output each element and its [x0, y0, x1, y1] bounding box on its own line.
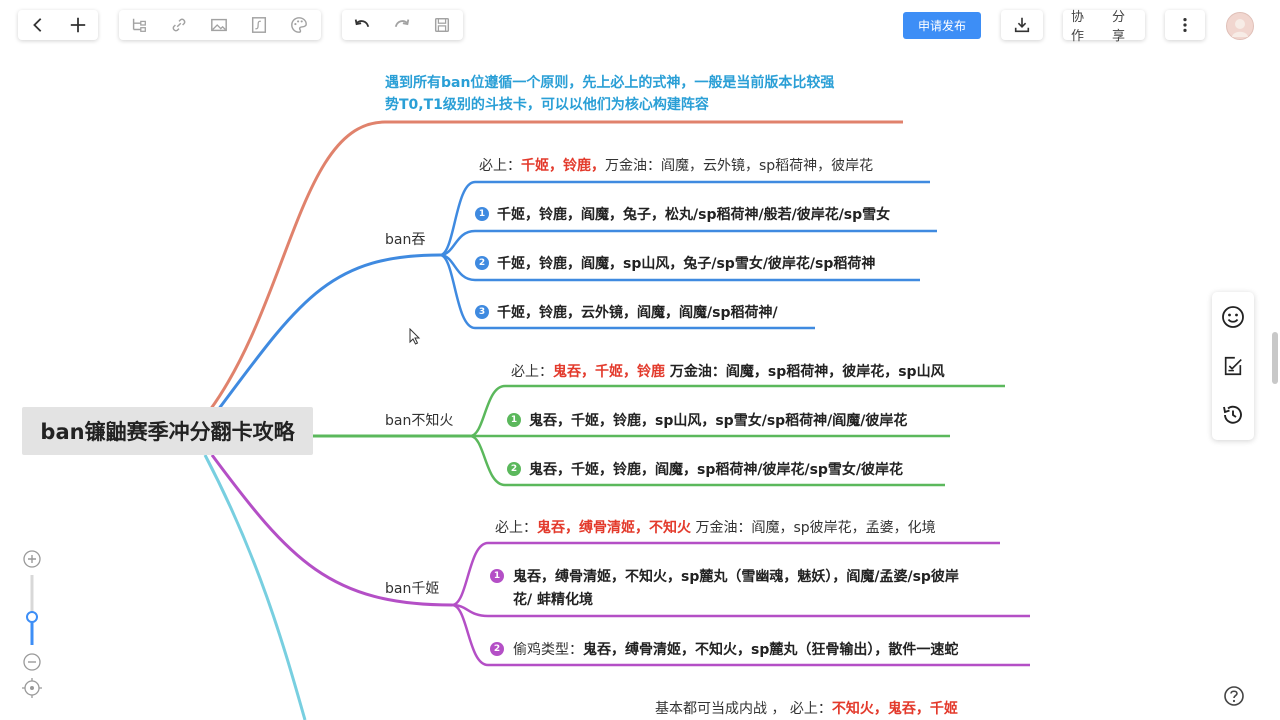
cursor-icon [409, 328, 421, 345]
cyan-prefix: 基本都可当成内战 ， 必上： [655, 701, 832, 717]
history-group [342, 10, 463, 40]
must-names: 鬼吞，千姬，铃鹿 [553, 364, 665, 380]
cyan-names: 不知火，鬼吞，千姬 [831, 701, 958, 717]
option-text-line-2: 花/ 蚌精化境 [513, 592, 593, 608]
note-line-2: 势T0,T1级别的斗技卡，可以以他们为核心构建阵容 [385, 97, 709, 113]
option-text: 千姬，铃鹿，云外镜，阎魔，阎魔/sp稻荷神/ [497, 305, 778, 321]
avatar[interactable] [1226, 12, 1254, 40]
must-names: 鬼吞，缚骨清姬，不知火 [537, 520, 691, 536]
back-button[interactable] [18, 10, 58, 40]
redo-icon [394, 19, 410, 28]
ban-tun-option-1[interactable]: 1 千姬，铃鹿，阎魔，兔子，松丸/sp稻荷神/般若/彼岸花/sp雪女 [475, 204, 890, 224]
branch-buzhihuo-must[interactable]: 必上：鬼吞，千姬，铃鹿 万金油：阎魔，sp稻荷神，彼岸花，sp山风 [511, 361, 945, 381]
image-button[interactable] [199, 10, 239, 40]
badge-1: 1 [507, 413, 521, 427]
branch-ban-qianji[interactable]: ban千姬 [385, 578, 439, 598]
history-icon [1223, 406, 1242, 424]
save-button[interactable] [422, 10, 462, 40]
must-rest: 万金油：阎魔，sp彼岸花，孟婆，化境 [691, 520, 936, 536]
collab-button[interactable]: 协作 [1063, 6, 1104, 44]
formula-icon [251, 17, 267, 33]
collab-share-group: 协作 分享 [1063, 10, 1145, 44]
note-button[interactable] [1218, 351, 1248, 381]
theme-button[interactable] [279, 10, 319, 40]
branch-ban-buzhihuo[interactable]: ban不知火 [385, 410, 453, 430]
must-prefix: 必上： [495, 520, 537, 536]
must-rest: 万金油：阎魔，云外镜，sp稻荷神，彼岸花 [605, 158, 874, 174]
qianji-option-1[interactable]: 1 鬼吞，缚骨清姬，不知火，sp麓丸（雪幽魂，魅妖），阎魔/孟婆/sp彼岸 花/ … [490, 566, 959, 612]
note-text[interactable]: 遇到所有ban位遵循一个原则，先上必上的式神，一般是当前版本比较强 势T0,T1… [385, 72, 834, 116]
help-icon[interactable] [1223, 685, 1245, 707]
connector-blue-main [216, 253, 441, 411]
share-button[interactable]: 分享 [1104, 6, 1145, 44]
must-rest: 万金油：阎魔，sp稻荷神，彼岸花，sp山风 [665, 364, 945, 380]
more-vertical-icon [1183, 17, 1187, 33]
badge-1: 1 [475, 207, 489, 221]
save-icon [434, 17, 450, 33]
insert-group [119, 10, 321, 40]
image-icon [211, 18, 227, 32]
option-text: 千姬，铃鹿，阎魔，sp山风，兔子/sp雪女/彼岸花/sp稻荷神 [497, 256, 876, 272]
more-button[interactable] [1165, 10, 1205, 40]
ban-tun-option-2[interactable]: 2 千姬，铃鹿，阎魔，sp山风，兔子/sp雪女/彼岸花/sp稻荷神 [475, 253, 875, 273]
badge-3: 3 [475, 305, 489, 319]
edit-note-icon [1224, 356, 1242, 376]
badge-2: 2 [475, 256, 489, 270]
undo-icon [354, 19, 370, 28]
chevron-left-icon [33, 18, 42, 32]
qianji-option-2[interactable]: 2 偷鸡类型：鬼吞，缚骨清姬，不知火，sp麓丸（狂骨输出），散件一速蛇 [490, 639, 958, 659]
right-side-panel [1212, 292, 1254, 440]
branch-ban-tun[interactable]: ban吞 [385, 229, 425, 249]
download-button[interactable] [1001, 10, 1043, 40]
redo-button[interactable] [382, 10, 422, 40]
connector-cyan [203, 454, 307, 720]
download-icon [1014, 17, 1030, 33]
zoom-out-button[interactable] [20, 652, 44, 674]
option-text: 千姬，铃鹿，阎魔，兔子，松丸/sp稻荷神/般若/彼岸花/sp雪女 [497, 207, 891, 223]
emoji-button[interactable] [1218, 302, 1248, 332]
option-text: 鬼吞，缚骨清姬，不知火，sp麓丸（狂骨输出），散件一速蛇 [583, 642, 959, 658]
connector-blue-2 [439, 229, 937, 257]
zoom-in-button[interactable] [20, 549, 44, 571]
vertical-scrollbar[interactable] [1272, 332, 1278, 384]
locate-button[interactable] [20, 678, 44, 700]
palette-icon [291, 17, 307, 33]
branch-cyan-must[interactable]: 基本都可当成内战 ， 必上：不知火，鬼吞，千姬 [655, 698, 958, 718]
branch-ban-tun-must[interactable]: 必上：千姬，铃鹿，万金油：阎魔，云外镜，sp稻荷神，彼岸花 [479, 155, 873, 175]
plus-icon [70, 17, 86, 33]
history-button[interactable] [1218, 400, 1248, 430]
formula-button[interactable] [239, 10, 279, 40]
option-prefix: 偷鸡类型： [513, 642, 583, 658]
option-text: 鬼吞，千姬，铃鹿，sp山风，sp雪女/sp稻荷神/阎魔/彼岸花 [529, 413, 908, 429]
must-prefix: 必上： [511, 364, 553, 380]
must-prefix: 必上： [479, 158, 521, 174]
badge-2: 2 [490, 642, 504, 656]
structure-icon [132, 18, 146, 32]
structure-button[interactable] [119, 10, 159, 40]
undo-button[interactable] [342, 10, 382, 40]
root-node[interactable]: ban镰鼬赛季冲分翻卡攻略 [22, 407, 313, 455]
more-group [1165, 10, 1205, 40]
avatar-icon [1232, 19, 1248, 37]
ban-tun-option-3[interactable]: 3 千姬，铃鹿，云外镜，阎魔，阎魔/sp稻荷神/ [475, 302, 778, 322]
smile-icon [1222, 305, 1244, 328]
nav-group [18, 10, 98, 40]
link-icon [172, 18, 186, 32]
buzhihuo-option-2[interactable]: 2 鬼吞，千姬，铃鹿，阎魔，sp稻荷神/彼岸花/sp雪女/彼岸花 [507, 459, 903, 479]
branch-qianji-must[interactable]: 必上：鬼吞，缚骨清姬，不知火 万金油：阎魔，sp彼岸花，孟婆，化境 [495, 517, 936, 537]
publish-button[interactable]: 申请发布 [903, 12, 981, 39]
option-text: 鬼吞，千姬，铃鹿，阎魔，sp稻荷神/彼岸花/sp雪女/彼岸花 [529, 462, 904, 478]
zoom-slider[interactable] [20, 600, 44, 636]
badge-1: 1 [490, 569, 504, 583]
option-text-line-1: 鬼吞，缚骨清姬，不知火，sp麓丸（雪幽魂，魅妖），阎魔/孟婆/sp彼岸 [513, 569, 959, 585]
link-button[interactable] [159, 10, 199, 40]
must-names: 千姬，铃鹿， [521, 158, 605, 174]
add-button[interactable] [58, 10, 98, 40]
buzhihuo-option-1[interactable]: 1 鬼吞，千姬，铃鹿，sp山风，sp雪女/sp稻荷神/阎魔/彼岸花 [507, 410, 907, 430]
download-group [1001, 10, 1043, 40]
note-line-1: 遇到所有ban位遵循一个原则，先上必上的式神，一般是当前版本比较强 [385, 75, 835, 91]
badge-2: 2 [507, 462, 521, 476]
